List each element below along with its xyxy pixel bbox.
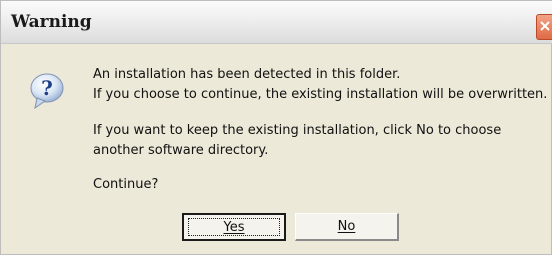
message-line-1: An installation has been detected in thi… [93,67,401,82]
close-icon [540,21,550,31]
continue-prompt: Continue? [93,177,159,192]
yes-button[interactable]: Yes [182,213,286,241]
title-bar[interactable]: Warning [1,1,552,44]
warning-dialog: Warning ? An installation has been detec… [0,0,552,255]
question-icon: ? [27,71,67,111]
message-line-4: another software directory. [93,143,269,158]
close-button[interactable] [536,14,552,40]
no-button-label: No [337,219,356,234]
message-line-3: If you want to keep the existing install… [93,123,502,138]
svg-text:?: ? [41,76,53,100]
window-title: Warning [11,12,92,32]
no-button[interactable]: No [295,213,399,241]
yes-button-label: Yes [223,220,245,235]
message-line-2: If you choose to continue, the existing … [93,87,548,102]
